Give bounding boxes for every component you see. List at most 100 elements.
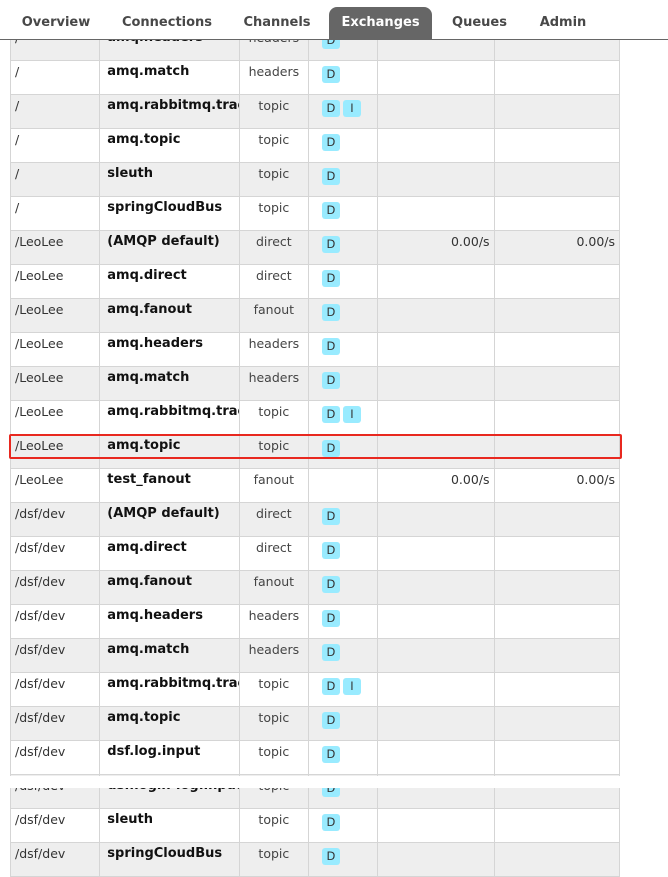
features-cell: D (307, 196, 379, 231)
exchange-name-link[interactable]: amq.rabbitmq.trace (99, 400, 240, 435)
message-rate-out-cell (493, 94, 621, 129)
exchange-row[interactable]: /dsf/dev amq.fanout fanout D (9, 570, 621, 605)
exchange-row[interactable]: /dsf/dev sleuth topic D (9, 808, 621, 843)
tab-channels[interactable]: Channels (232, 7, 322, 39)
durable-badge: D (321, 372, 340, 389)
exchange-name-link[interactable]: amq.headers (99, 604, 240, 639)
exchange-name-link[interactable]: sleuth (99, 808, 240, 843)
exchange-name-link[interactable]: amq.fanout (99, 570, 240, 605)
exchange-row[interactable]: /dsf/dev dsf.log.input topic D (9, 740, 621, 775)
vhost-cell: /dsf/dev (9, 842, 101, 877)
exchange-type-cell: headers (238, 366, 309, 401)
exchange-row[interactable]: /dsf/dev amq.match headers D (9, 638, 621, 673)
exchange-name-link[interactable]: sleuth (99, 162, 240, 197)
vhost-cell: /dsf/dev (9, 706, 101, 741)
exchange-name-link[interactable]: (AMQP default) (99, 502, 240, 537)
exchange-name-link[interactable]: amq.topic (99, 706, 240, 741)
exchange-name-link[interactable]: amq.match (99, 366, 240, 401)
vhost-cell: /dsf/dev (9, 502, 101, 537)
durable-badge: D (321, 848, 340, 865)
vhost-cell: /dsf/dev (9, 672, 101, 707)
top-nav: Overview Connections Channels Exchanges … (0, 0, 668, 40)
durable-badge: D (321, 814, 340, 831)
durable-badge: D (321, 440, 340, 457)
page-bottom (0, 776, 668, 788)
features-cell: D (307, 536, 379, 571)
vhost-cell: /LeoLee (9, 332, 101, 367)
vhost-cell: / (9, 60, 101, 95)
exchange-row[interactable]: / amq.match headers D (9, 60, 621, 95)
message-rate-out-cell (493, 298, 621, 333)
message-rate-in-cell (377, 298, 495, 333)
exchange-name-link[interactable]: amq.fanout (99, 298, 240, 333)
exchange-name-link[interactable]: (AMQP default) (99, 230, 240, 265)
tab-connections[interactable]: Connections (112, 7, 222, 39)
vhost-cell: /LeoLee (9, 434, 101, 469)
exchange-name-link[interactable]: test_fanout (99, 468, 240, 503)
tab-exchanges[interactable]: Exchanges (329, 7, 432, 39)
features-cell: D (307, 740, 379, 775)
exchange-row[interactable]: /LeoLee test_fanout fanout 0.00/s 0.00/s (9, 468, 621, 503)
exchange-row[interactable]: /LeoLee amq.headers headers D (9, 332, 621, 367)
exchange-row[interactable]: /LeoLee amq.fanout fanout D (9, 298, 621, 333)
exchange-name-link[interactable]: amq.rabbitmq.trace (99, 94, 240, 129)
tab-admin[interactable]: Admin (525, 7, 601, 39)
exchange-name-link[interactable]: amq.match (99, 60, 240, 95)
exchange-name-link[interactable]: amq.direct (99, 536, 240, 571)
exchange-row[interactable]: / amq.topic topic D (9, 128, 621, 163)
exchange-type-cell: topic (238, 128, 309, 163)
message-rate-in-cell (377, 808, 495, 843)
exchange-row[interactable]: /dsf/dev amq.topic topic D (9, 706, 621, 741)
exchange-row[interactable]: / sleuth topic D (9, 162, 621, 197)
features-cell: D (307, 638, 379, 673)
exchange-name-link[interactable]: amq.topic (99, 128, 240, 163)
features-cell: D (307, 162, 379, 197)
exchange-row[interactable]: /LeoLee amq.topic topic D (9, 434, 621, 469)
exchange-row[interactable]: /dsf/devamq.rabbitmq.tracetopicDI (9, 672, 621, 707)
message-rate-in-cell: 0.00/s (377, 468, 495, 503)
exchange-row[interactable]: /dsf/dev springCloudBus topic D (9, 842, 621, 877)
message-rate-out-cell (493, 570, 621, 605)
exchange-type-cell: topic (238, 400, 309, 435)
vhost-cell: /dsf/dev (9, 570, 101, 605)
durable-badge: D (321, 100, 340, 117)
message-rate-out-cell (493, 604, 621, 639)
exchange-name-link[interactable]: amq.rabbitmq.trace (99, 672, 240, 707)
exchange-name-link[interactable]: amq.direct (99, 264, 240, 299)
tab-queues[interactable]: Queues (442, 7, 517, 39)
exchange-name-link[interactable]: springCloudBus (99, 842, 240, 877)
durable-badge: D (321, 202, 340, 219)
exchange-name-link[interactable]: amq.match (99, 638, 240, 673)
features-cell: DI (307, 94, 379, 129)
message-rate-in-cell (377, 366, 495, 401)
message-rate-out-cell (493, 502, 621, 537)
exchange-name-link[interactable]: amq.headers (99, 332, 240, 367)
tab-overview[interactable]: Overview (10, 7, 102, 39)
durable-badge: D (321, 644, 340, 661)
durable-badge: D (321, 576, 340, 593)
message-rate-in-cell (377, 128, 495, 163)
exchange-row[interactable]: /LeoLee amq.direct direct D (9, 264, 621, 299)
durable-badge: D (321, 746, 340, 763)
vhost-cell: /dsf/dev (9, 740, 101, 775)
exchange-row[interactable]: /LeoLee amq.match headers D (9, 366, 621, 401)
message-rate-out-cell (493, 60, 621, 95)
exchange-row[interactable]: /LeoLeeamq.rabbitmq.tracetopicDI (9, 400, 621, 435)
message-rate-out-cell (493, 842, 621, 877)
message-rate-out-cell (493, 128, 621, 163)
vhost-cell: / (9, 94, 101, 129)
exchange-row[interactable]: /dsf/dev amq.headers headers D (9, 604, 621, 639)
exchange-name-link[interactable]: dsf.log.input (99, 740, 240, 775)
exchange-row[interactable]: /LeoLee (AMQP default) direct D 0.00/s 0.00/s (9, 230, 621, 265)
exchange-row[interactable]: /dsf/dev (AMQP default) direct D (9, 502, 621, 537)
exchange-row[interactable]: /amq.rabbitmq.tracetopicDI (9, 94, 621, 129)
exchange-name-link[interactable]: springCloudBus (99, 196, 240, 231)
exchange-type-cell: fanout (238, 298, 309, 333)
exchange-name-link[interactable]: amq.topic (99, 434, 240, 469)
vhost-cell: /LeoLee (9, 264, 101, 299)
exchange-row[interactable]: / springCloudBus topic D (9, 196, 621, 231)
exchange-row[interactable]: /dsf/dev amq.direct direct D (9, 536, 621, 571)
features-cell: D (307, 230, 379, 265)
features-cell: D (307, 570, 379, 605)
durable-badge: D (321, 66, 340, 83)
